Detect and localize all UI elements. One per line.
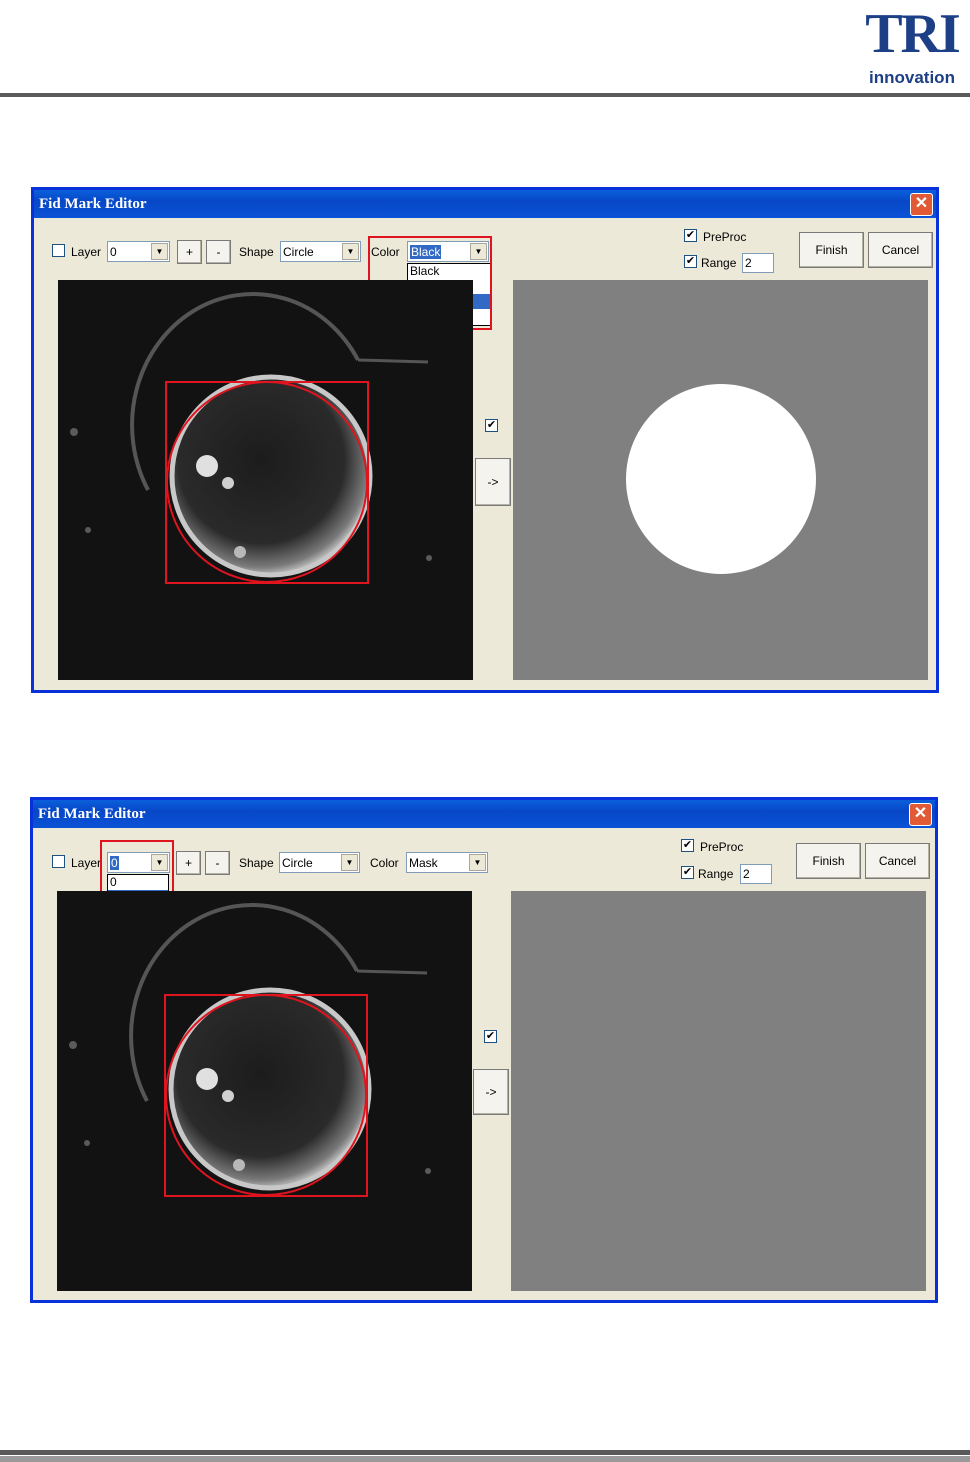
- auto-apply-checkbox[interactable]: ✔: [485, 419, 498, 432]
- layer-select[interactable]: 0 ▼: [107, 241, 170, 262]
- finish-button[interactable]: Finish: [796, 843, 861, 879]
- color-select-value: Mask: [409, 856, 438, 870]
- chevron-down-icon[interactable]: ▼: [469, 854, 486, 871]
- cancel-button[interactable]: Cancel: [865, 843, 930, 879]
- shape-select-value: Circle: [283, 245, 314, 259]
- preproc-checkbox[interactable]: ✔: [681, 839, 694, 852]
- shape-select-value: Circle: [282, 856, 313, 870]
- shape-select[interactable]: Circle ▼: [279, 852, 360, 873]
- window-title: Fid Mark Editor: [39, 196, 147, 212]
- fid-mark-editor-window-2: Fid Mark Editor ✕ Layer 0 ▼ 0 1 + - Shap…: [30, 797, 938, 1303]
- color-select[interactable]: Mask ▼: [406, 852, 488, 873]
- mask-preview: [626, 384, 816, 574]
- finish-button[interactable]: Finish: [799, 232, 864, 268]
- layer-label: Layer: [71, 856, 102, 870]
- chevron-down-icon[interactable]: ▼: [151, 243, 168, 260]
- logo-subtext: innovation: [869, 68, 955, 87]
- apply-button[interactable]: ->: [475, 458, 511, 506]
- preproc-label: PreProc: [700, 840, 744, 854]
- layer-checkbox[interactable]: [52, 244, 65, 257]
- title-bar[interactable]: Fid Mark Editor ✕: [34, 190, 936, 218]
- remove-layer-button[interactable]: -: [205, 851, 230, 875]
- layer-label: Layer: [71, 245, 102, 259]
- range-checkbox[interactable]: ✔: [681, 866, 694, 879]
- range-label: Range: [698, 867, 734, 881]
- range-input[interactable]: 2: [740, 864, 772, 884]
- footer-rule: [0, 1450, 970, 1455]
- close-icon[interactable]: ✕: [909, 803, 932, 826]
- cancel-button[interactable]: Cancel: [868, 232, 933, 268]
- footer-rule-shadow: [0, 1456, 970, 1462]
- remove-layer-button[interactable]: -: [206, 240, 231, 264]
- chevron-down-icon[interactable]: ▼: [342, 243, 359, 260]
- add-layer-button[interactable]: +: [177, 240, 202, 264]
- range-label: Range: [701, 256, 737, 270]
- layer-select-value: 0: [110, 245, 117, 259]
- preproc-label: PreProc: [703, 230, 747, 244]
- preview-view: [511, 891, 926, 1291]
- add-layer-button[interactable]: +: [176, 851, 201, 875]
- preview-view: [513, 280, 928, 680]
- shape-label: Shape: [239, 245, 274, 259]
- layer-checkbox[interactable]: [52, 855, 65, 868]
- roi-circle[interactable]: [166, 381, 368, 583]
- auto-apply-checkbox[interactable]: ✔: [484, 1030, 497, 1043]
- shape-select[interactable]: Circle ▼: [280, 241, 361, 262]
- range-checkbox[interactable]: ✔: [684, 255, 697, 268]
- window-title: Fid Mark Editor: [38, 806, 146, 822]
- preproc-checkbox[interactable]: ✔: [684, 229, 697, 242]
- color-label: Color: [370, 856, 399, 870]
- apply-button[interactable]: ->: [473, 1069, 509, 1115]
- shape-label: Shape: [239, 856, 274, 870]
- source-image-view[interactable]: [57, 891, 472, 1291]
- chevron-down-icon[interactable]: ▼: [341, 854, 358, 871]
- logo-text: TRI: [865, 3, 961, 65]
- close-icon[interactable]: ✕: [910, 193, 933, 216]
- source-image-view[interactable]: [58, 280, 473, 680]
- fid-mark-editor-window-1: Fid Mark Editor ✕ Layer 0 ▼ + - Shape Ci…: [31, 187, 939, 693]
- title-bar[interactable]: Fid Mark Editor ✕: [33, 800, 935, 828]
- header-rule: [0, 93, 970, 97]
- roi-circle[interactable]: [165, 994, 367, 1196]
- tri-innovation-logo: TRI innovation: [856, 6, 968, 90]
- range-input[interactable]: 2: [742, 253, 774, 273]
